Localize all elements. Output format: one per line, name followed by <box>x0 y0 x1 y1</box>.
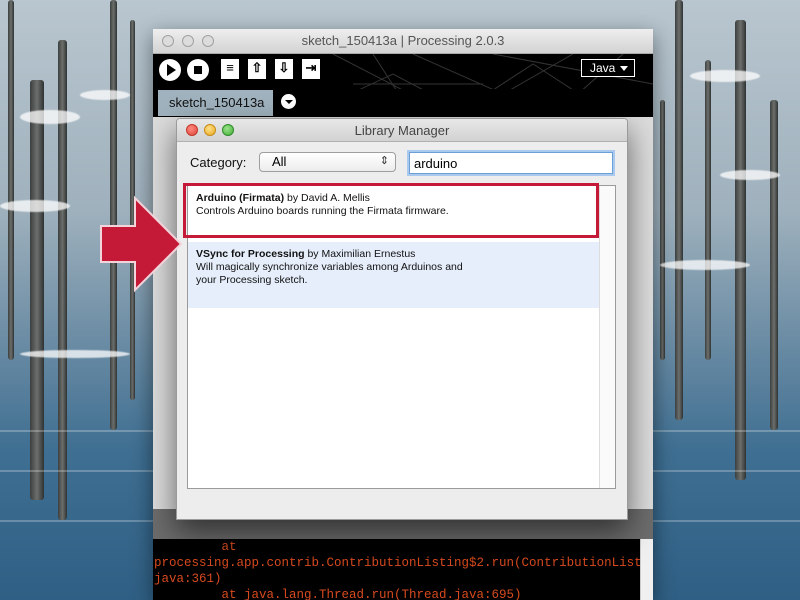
processing-titlebar: sketch_150413a | Processing 2.0.3 <box>153 29 653 54</box>
updown-arrows-icon: ⇕ <box>379 155 389 167</box>
console-line: processing.app.contrib.ContributionListi… <box>154 556 653 570</box>
new-button[interactable]: ≡ <box>221 59 239 79</box>
library-heading: Arduino (Firmata) by David A. Mellis <box>196 192 591 205</box>
tree-trunk <box>30 80 44 500</box>
library-description: your Processing sketch. <box>196 274 308 286</box>
save-button[interactable]: ⇩ <box>275 59 293 79</box>
dialog-titlebar: Library Manager <box>177 119 627 142</box>
tab-bar: sketch_150413a <box>153 89 653 117</box>
tree-trunk <box>675 0 683 420</box>
library-description: Controls Arduino boards running the Firm… <box>196 205 449 217</box>
export-icon: ⇥ <box>305 60 317 75</box>
snow-patch <box>660 260 750 270</box>
search-input[interactable] <box>409 152 613 174</box>
stop-icon <box>194 66 202 74</box>
snow-patch <box>20 110 80 124</box>
snow-patch <box>690 70 760 82</box>
library-author: by David A. Mellis <box>284 192 370 204</box>
stop-button[interactable] <box>187 59 209 81</box>
tab-sketch[interactable]: sketch_150413a <box>158 90 273 116</box>
snow-patch <box>80 90 130 100</box>
library-heading: VSync for Processing by Maximilian Ernes… <box>196 248 591 261</box>
chevron-down-icon <box>285 100 293 104</box>
window-title: sketch_150413a | Processing 2.0.3 <box>301 33 505 48</box>
dialog-title: Library Manager <box>354 123 450 138</box>
snow-patch <box>720 170 780 180</box>
mode-label: Java <box>590 61 616 75</box>
library-name: VSync for Processing <box>196 248 305 260</box>
category-select[interactable]: All ⇕ <box>259 152 396 172</box>
list-item-vsync[interactable]: VSync for Processing by Maximilian Ernes… <box>188 242 599 308</box>
red-arrow-annotation <box>100 195 183 293</box>
console-line: java:361) <box>154 572 222 586</box>
open-button[interactable]: ⇧ <box>248 59 266 79</box>
play-icon <box>167 64 176 76</box>
snow-patch <box>0 200 70 212</box>
tree-trunk <box>735 20 746 480</box>
library-manager-dialog: Library Manager Category: All ⇕ Arduino … <box>176 118 628 520</box>
console-output: at processing.app.contrib.ContributionLi… <box>153 539 653 600</box>
open-icon: ⇧ <box>251 60 263 75</box>
console-line: at <box>154 540 237 554</box>
library-list[interactable]: Arduino (Firmata) by David A. Mellis Con… <box>187 185 616 489</box>
library-description: Will magically synchronize variables amo… <box>196 261 463 273</box>
console-scrollbar[interactable] <box>640 539 653 600</box>
tree-trunk <box>660 100 665 360</box>
chevron-down-icon <box>620 66 628 71</box>
list-scrollbar[interactable] <box>599 186 615 488</box>
category-label: Category: <box>190 155 247 170</box>
mode-selector[interactable]: Java <box>581 59 635 77</box>
run-button[interactable] <box>159 59 181 81</box>
library-author: by Maximilian Ernestus <box>304 248 416 260</box>
snow-patch <box>20 350 130 358</box>
category-value: All <box>272 154 287 169</box>
tree-trunk <box>770 100 778 430</box>
tab-menu-button[interactable] <box>281 94 296 109</box>
console-line: at java.lang.Thread.run(Thread.java:695) <box>154 588 522 600</box>
tree-trunk <box>705 60 711 360</box>
list-item-arduino-firmata[interactable]: Arduino (Firmata) by David A. Mellis Con… <box>188 186 599 241</box>
save-icon: ⇩ <box>278 60 290 75</box>
export-button[interactable]: ⇥ <box>302 59 320 79</box>
library-name: Arduino (Firmata) <box>196 192 285 204</box>
tree-trunk <box>8 0 14 360</box>
new-icon: ≡ <box>226 60 234 75</box>
